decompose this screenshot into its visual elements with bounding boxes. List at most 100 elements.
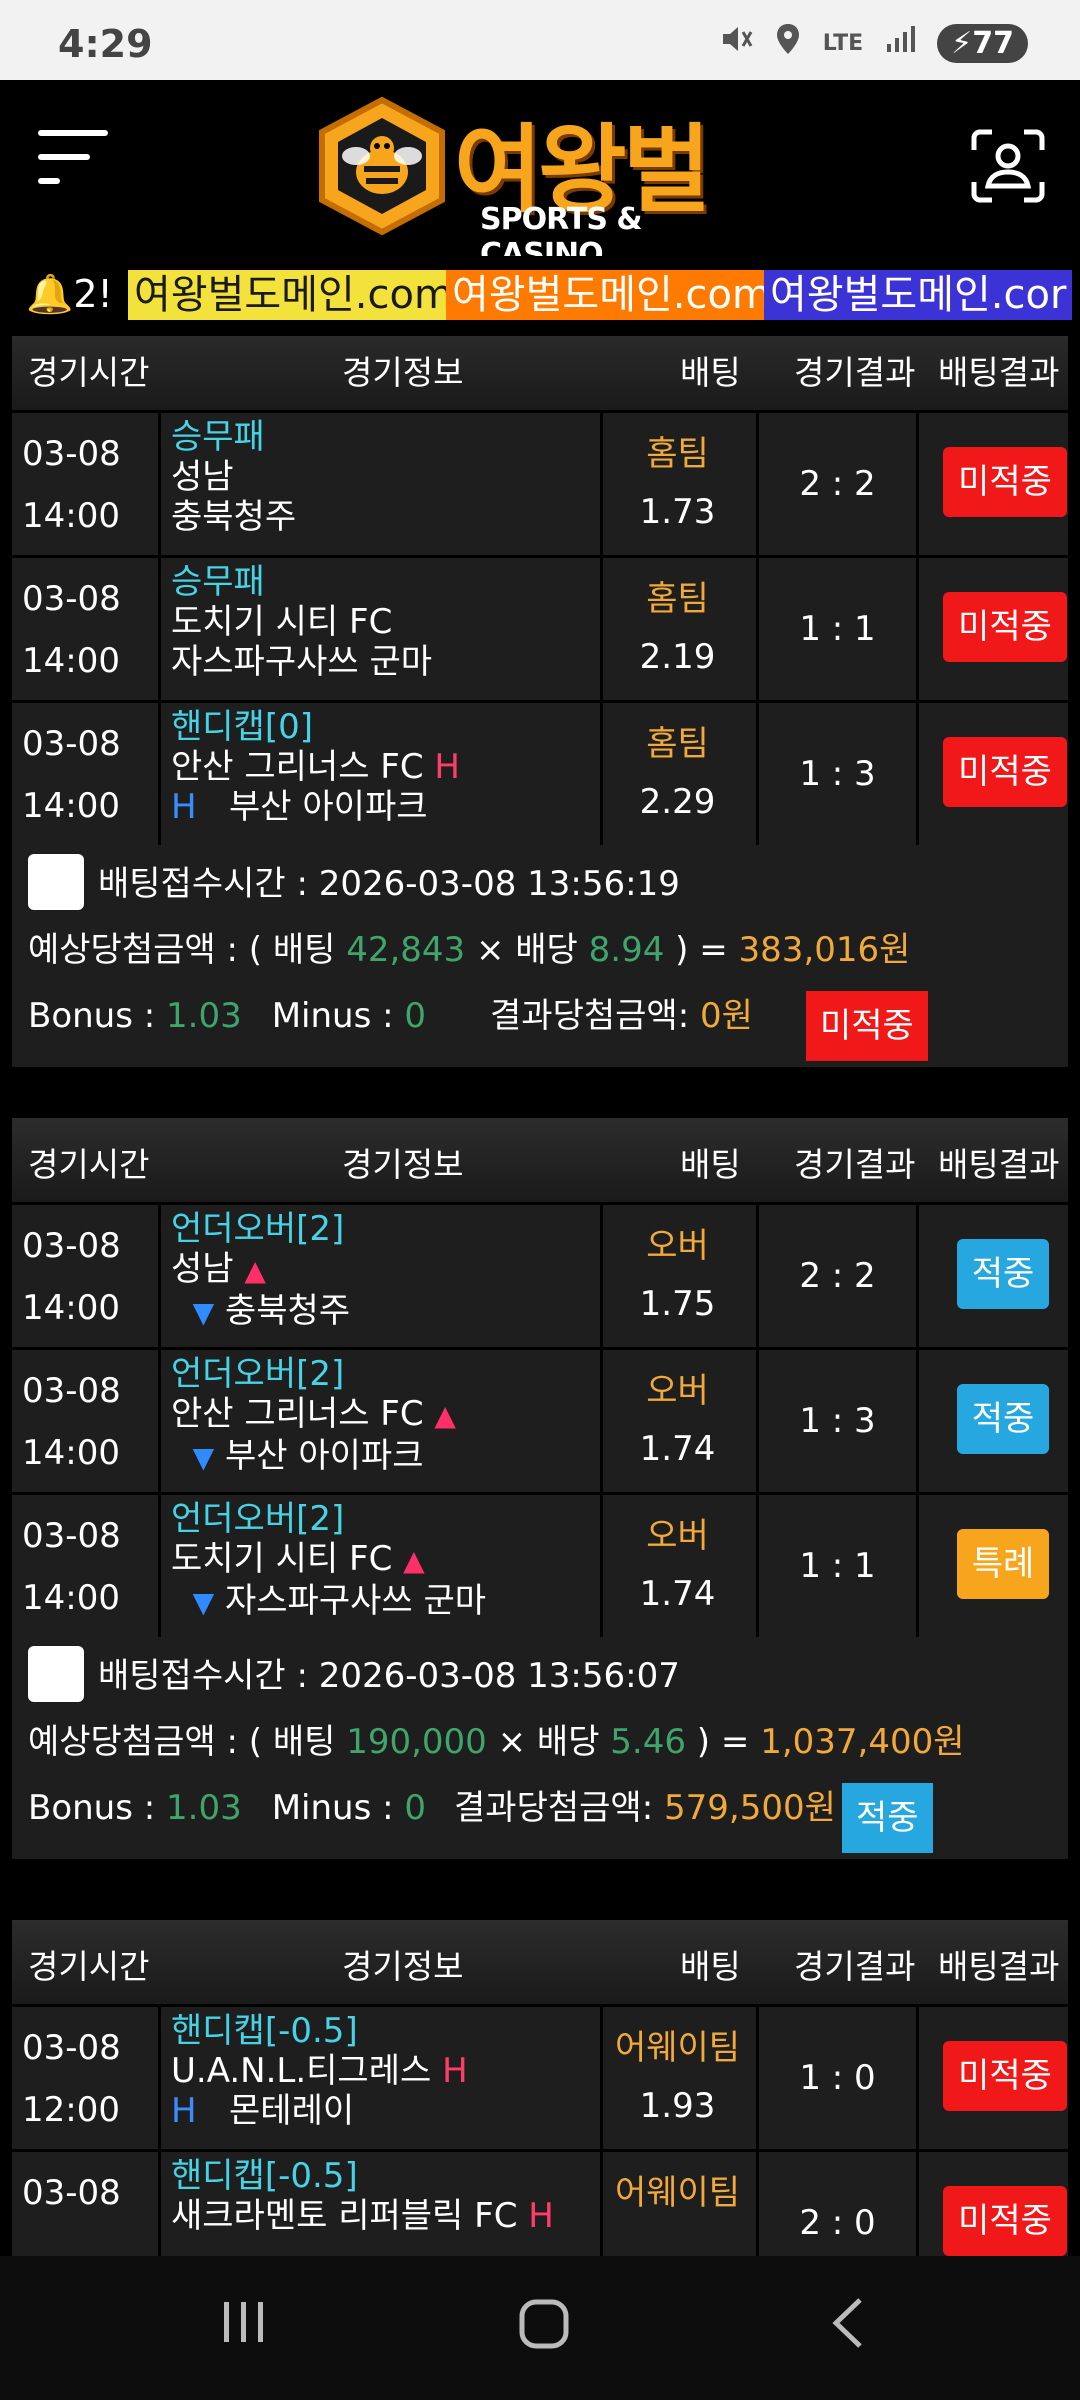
result-badge: 미적중 <box>943 737 1067 807</box>
times-sign: × <box>465 930 516 970</box>
bet-result-cell: 적중 <box>916 1205 1068 1347</box>
bet-row: 03-08 12:00 핸디캡[-0.5] U.A.N.L.티그레스 H H 몬테레이 어… <box>12 2004 1068 2149</box>
mute-icon <box>719 22 753 64</box>
bet-row: 03-08 14:00 언더오버[2] 도치기 시티 FC ▲ ▼ 자스파구사쓰 군마… <box>12 1492 1068 1637</box>
pick-label: 홈팀 <box>646 579 709 619</box>
match-score: 1 : 1 <box>756 1495 916 1637</box>
pick-odds: 1.73 <box>639 492 716 532</box>
bet-pick: 어웨이팀 1.93 <box>600 2007 752 2149</box>
away-team: 충북청주 <box>171 497 297 537</box>
slip-summary: 배팅접수시간 : 2026-03-08 13:56:07 예상당첨금액 : ( … <box>12 1637 1068 1859</box>
payout-label: 결과당첨금액: <box>490 996 700 1036</box>
pick-odds: 2.19 <box>639 637 716 677</box>
bonus-value: 1.03 <box>166 996 242 1036</box>
notice-bell-icon: 🔔2! <box>26 272 113 316</box>
result-badge: 미적중 <box>943 2186 1067 2256</box>
col-info: 경기정보 <box>342 1947 464 1986</box>
status-time: 4:29 <box>58 22 153 66</box>
match-info: 승무패 성남 충북청주 <box>158 413 598 555</box>
match-date: 03-08 <box>22 2028 121 2068</box>
expected-payout: 1,037,400원 <box>760 1722 965 1762</box>
result-badge: 미적중 <box>943 447 1067 517</box>
pick-label: 어웨이팀 <box>614 2028 741 2068</box>
bonus-label: Bonus : <box>28 1788 167 1828</box>
home-team: 도치기 시티 FC <box>171 602 393 642</box>
battery-level: 77 <box>972 25 1014 61</box>
bet-result-cell: 미적중 <box>916 558 1068 700</box>
home-team: 안산 그리너스 FC <box>171 1394 424 1434</box>
brand-logo[interactable]: 여왕벌 SPORTS & CASINO <box>318 92 768 272</box>
col-bet-result: 배팅결과 <box>938 353 1060 392</box>
profile-scan-icon[interactable] <box>970 128 1046 204</box>
away-team: 몬테레이 <box>229 2091 355 2131</box>
bet-pick: 홈팀 1.73 <box>600 413 752 555</box>
stake-amount: 42,843 <box>346 930 466 970</box>
match-time: 12:00 <box>22 2090 120 2130</box>
system-nav-bar <box>0 2256 1080 2400</box>
slip-checkbox[interactable] <box>28 853 84 910</box>
match-info: 언더오버[2] 안산 그리너스 FC ▲ ▼ 부산 아이파크 <box>158 1350 598 1492</box>
home-icon[interactable] <box>518 2296 572 2350</box>
col-time: 경기시간 <box>28 1145 150 1184</box>
match-date: 03-08 <box>22 2173 121 2213</box>
slip-status-badge: 미적중 <box>806 991 928 1061</box>
match-info: 언더오버[2] 성남 ▲ ▼ 충북청주 <box>158 1205 598 1347</box>
pick-odds: 1.75 <box>639 1284 716 1324</box>
match-date: 03-08 <box>22 1226 121 1266</box>
odds-label: 배당 <box>536 1722 611 1762</box>
pick-odds: 1.74 <box>639 1574 716 1614</box>
match-time: 14:00 <box>22 1288 120 1328</box>
network-type: LTE <box>822 30 864 56</box>
recent-apps-icon[interactable] <box>218 2296 270 2348</box>
ticker-item[interactable]: 여왕벌도메인.com <box>446 270 777 320</box>
match-time: 14:00 <box>22 786 120 826</box>
ticker-item[interactable]: 여왕벌도메인.com <box>128 270 459 320</box>
bet-pick: 오버 1.75 <box>600 1205 752 1347</box>
received-time: 배팅접수시간 : 2026-03-08 13:56:07 <box>98 1656 680 1696</box>
domain-ticker[interactable]: 🔔2! 여왕벌도메인.com 여왕벌도메인.com 여왕벌도메인.cor <box>0 256 1080 336</box>
pick-label: 오버 <box>646 1226 709 1266</box>
over-arrow-icon: ▲ <box>403 1544 425 1577</box>
bet-row: 03-08 14:00 승무패 성남 충북청주 홈팀 1.73 2 : 2 미적중 <box>12 410 1068 555</box>
bet-result-cell: 미적중 <box>916 703 1068 845</box>
match-score: 1 : 0 <box>756 2007 916 2149</box>
bet-history-list[interactable]: 경기시간 경기정보 배팅 경기결과 배팅결과 03-08 14:00 승무패 성남 충북… <box>0 336 1080 2256</box>
expected-label: 예상당첨금액 : ( 배팅 <box>28 1722 347 1762</box>
home-handicap-tag: H <box>434 747 460 787</box>
payout-label: 결과당첨금액: <box>454 1788 664 1828</box>
ticker-item[interactable]: 여왕벌도메인.cor <box>764 270 1073 320</box>
slip-checkbox[interactable] <box>28 1645 84 1702</box>
equals-sign: ) = <box>664 930 739 970</box>
result-badge: 미적중 <box>943 592 1067 662</box>
home-team: 성남 <box>171 1249 234 1289</box>
match-score: 1 : 3 <box>756 703 916 845</box>
away-team: 자스파구사쓰 군마 <box>224 1581 487 1621</box>
payout-value: 0원 <box>699 996 753 1036</box>
bee-hexagon-icon <box>319 96 445 236</box>
pick-label: 홈팀 <box>646 724 709 764</box>
location-icon <box>775 22 801 64</box>
expected-label: 예상당첨금액 : ( 배팅 <box>28 930 347 970</box>
match-time: 14:00 <box>22 641 120 681</box>
market-type: 승무패 <box>171 417 265 457</box>
col-bet-result: 배팅결과 <box>938 1145 1060 1184</box>
bet-row: 03-08 핸디캡[-0.5] 새크라멘토 리퍼블릭 FC H 어웨이팀 2 : 0 미적… <box>12 2149 1068 2256</box>
stake-amount: 190,000 <box>346 1722 487 1762</box>
match-time: 14:00 <box>22 1578 120 1618</box>
times-sign: × <box>486 1722 537 1762</box>
table-header: 경기시간 경기정보 배팅 경기결과 배팅결과 <box>12 1920 1068 2004</box>
app-header: 여왕벌 SPORTS & CASINO <box>0 80 1080 272</box>
match-date: 03-08 <box>22 724 121 764</box>
minus-value: 0 <box>404 996 427 1036</box>
over-arrow-icon: ▲ <box>434 1399 456 1432</box>
market-type: 핸디캡[-0.5] <box>171 2156 358 2196</box>
bet-pick: 어웨이팀 <box>600 2152 752 2256</box>
signal-icon <box>885 24 916 62</box>
bet-slip: 경기시간 경기정보 배팅 경기결과 배팅결과 03-08 14:00 언더오버[2]… <box>12 1118 1068 1859</box>
ticker-prefix: 2! <box>73 272 113 316</box>
back-icon[interactable] <box>826 2296 870 2350</box>
hamburger-menu-icon[interactable] <box>38 130 108 194</box>
market-type: 핸디캡[0] <box>171 707 314 747</box>
pick-odds: 1.74 <box>639 1429 716 1469</box>
match-datetime: 03-08 14:00 <box>12 1205 154 1347</box>
